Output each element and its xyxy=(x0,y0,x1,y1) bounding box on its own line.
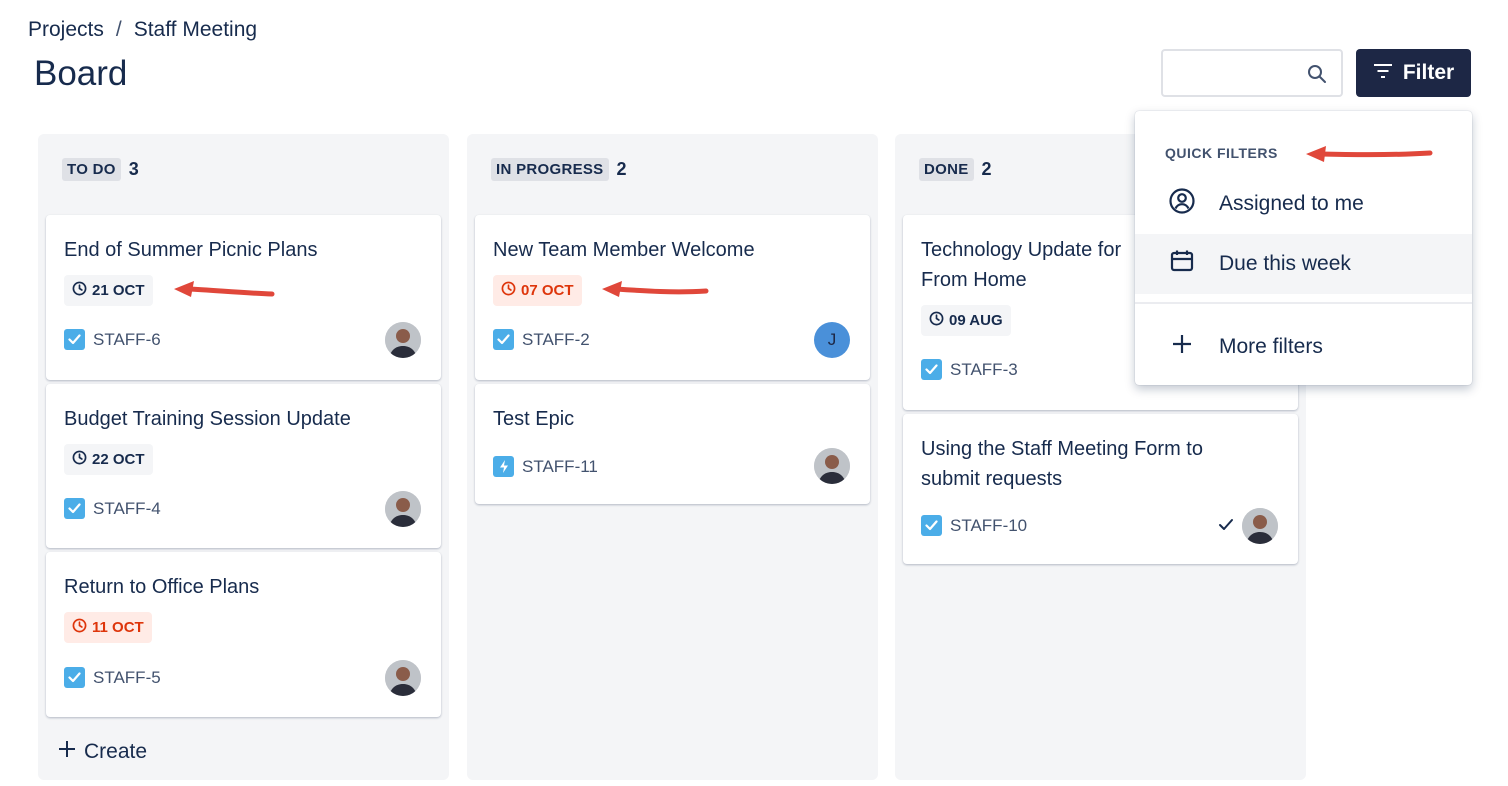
create-label: Create xyxy=(84,740,148,763)
filter-assigned-to-me[interactable]: Assigned to me xyxy=(1135,174,1472,234)
dropdown-divider xyxy=(1135,302,1472,304)
card-title: Test Epic xyxy=(493,408,575,430)
issue-card[interactable]: Budget Training Session Update 22 OCT ST… xyxy=(46,384,441,548)
issue-key[interactable]: STAFF-4 xyxy=(64,498,161,519)
task-checkbox-icon xyxy=(64,667,85,688)
filter-item-label: Due this week xyxy=(1219,252,1351,275)
column-todo: TO DO 3 End of Summer Picnic Plans 21 OC… xyxy=(38,134,449,780)
breadcrumb: Projects / Staff Meeting xyxy=(28,18,257,42)
task-checkbox-icon xyxy=(64,498,85,519)
due-date-text: 07 OCT xyxy=(521,282,574,299)
issue-key-text: STAFF-11 xyxy=(522,456,598,476)
column-count: 3 xyxy=(128,159,139,179)
more-filters-label: More filters xyxy=(1219,335,1323,358)
assignee-avatar[interactable] xyxy=(385,491,421,527)
issue-key[interactable]: STAFF-10 xyxy=(921,515,1027,536)
assignee-avatar[interactable] xyxy=(385,660,421,696)
column-header: DONE 2 xyxy=(919,158,992,181)
issue-card[interactable]: Using the Staff Meeting Form to submit r… xyxy=(903,414,1298,564)
issue-key[interactable]: STAFF-3 xyxy=(921,359,1018,380)
clock-icon xyxy=(72,618,87,637)
person-circle-icon xyxy=(1169,188,1195,220)
due-date-badge: 07 OCT xyxy=(493,275,582,306)
assignee-avatar[interactable] xyxy=(814,448,850,484)
task-checkbox-icon xyxy=(921,359,942,380)
issue-key-text: STAFF-10 xyxy=(950,515,1028,535)
issue-card[interactable]: Test Epic STAFF-11 xyxy=(475,384,870,504)
epic-lightning-icon xyxy=(493,456,514,477)
column-count: 2 xyxy=(981,159,992,179)
card-title-line: submit requests xyxy=(921,468,1063,490)
create-issue-button[interactable]: Create xyxy=(58,740,147,764)
assignee-avatar[interactable] xyxy=(1242,508,1278,544)
search-input[interactable] xyxy=(1161,49,1343,97)
breadcrumb-separator: / xyxy=(115,18,122,41)
issue-key-text: STAFF-6 xyxy=(93,329,161,349)
annotation-arrow xyxy=(602,281,709,297)
column-in-progress: IN PROGRESS 2 New Team Member Welcome 07… xyxy=(467,134,878,780)
due-date-badge: 21 OCT xyxy=(64,275,153,306)
clock-icon xyxy=(929,311,944,330)
issue-key[interactable]: STAFF-11 xyxy=(493,456,598,477)
page-title: Board xyxy=(34,54,128,93)
task-checkbox-icon xyxy=(64,329,85,350)
column-title: IN PROGRESS xyxy=(491,158,609,181)
card-title: Return to Office Plans xyxy=(64,576,260,598)
column-header: IN PROGRESS 2 xyxy=(491,158,627,181)
filter-due-this-week[interactable]: Due this week xyxy=(1135,234,1472,294)
card-title-line: Using the Staff Meeting Form to xyxy=(921,438,1203,460)
quick-filters-heading: QUICK FILTERS xyxy=(1165,145,1278,161)
issue-key-text: STAFF-3 xyxy=(950,359,1018,379)
column-header: TO DO 3 xyxy=(62,158,139,181)
due-date-text: 22 OCT xyxy=(92,451,145,468)
column-count: 2 xyxy=(616,159,627,179)
issue-card[interactable]: Return to Office Plans 11 OCT STAFF-5 xyxy=(46,552,441,717)
clock-icon xyxy=(501,281,516,300)
issue-key[interactable]: STAFF-5 xyxy=(64,667,161,688)
assignee-avatar[interactable] xyxy=(385,322,421,358)
due-date-text: 11 OCT xyxy=(92,619,144,636)
column-title: DONE xyxy=(919,158,974,181)
card-title: Budget Training Session Update xyxy=(64,408,351,430)
plus-icon xyxy=(1169,331,1195,363)
issue-key-text: STAFF-4 xyxy=(93,498,161,518)
filter-button-label: Filter xyxy=(1402,61,1455,84)
task-checkbox-icon xyxy=(493,329,514,350)
card-title: End of Summer Picnic Plans xyxy=(64,239,318,261)
annotation-arrow xyxy=(174,281,275,297)
search-icon xyxy=(1307,64,1327,89)
breadcrumb-staff-meeting[interactable]: Staff Meeting xyxy=(134,18,257,42)
assignee-avatar[interactable]: J xyxy=(814,322,850,358)
breadcrumb-projects[interactable]: Projects xyxy=(28,18,104,42)
issue-key-text: STAFF-5 xyxy=(93,667,161,687)
clock-icon xyxy=(72,450,87,469)
column-title: TO DO xyxy=(62,158,121,181)
annotation-arrow xyxy=(1306,146,1433,162)
issue-key-text: STAFF-2 xyxy=(522,329,590,349)
calendar-icon xyxy=(1169,248,1195,280)
filter-item-label: Assigned to me xyxy=(1219,192,1364,215)
plus-icon xyxy=(58,740,76,764)
due-date-badge: 09 AUG xyxy=(921,305,1011,336)
filter-icon xyxy=(1373,61,1393,85)
card-title: New Team Member Welcome xyxy=(493,239,755,261)
done-check-icon xyxy=(1218,518,1234,537)
due-date-text: 21 OCT xyxy=(92,282,145,299)
issue-key[interactable]: STAFF-6 xyxy=(64,329,161,350)
due-date-badge: 11 OCT xyxy=(64,612,152,643)
due-date-text: 09 AUG xyxy=(949,312,1003,329)
more-filters-button[interactable]: More filters xyxy=(1135,317,1472,377)
task-checkbox-icon xyxy=(921,515,942,536)
card-title: Using the Staff Meeting Form to submit r… xyxy=(921,434,1261,494)
due-date-badge: 22 OCT xyxy=(64,444,153,475)
issue-key[interactable]: STAFF-2 xyxy=(493,329,590,350)
filter-button[interactable]: Filter xyxy=(1356,49,1471,97)
avatar-initial: J xyxy=(827,330,837,349)
clock-icon xyxy=(72,281,87,300)
